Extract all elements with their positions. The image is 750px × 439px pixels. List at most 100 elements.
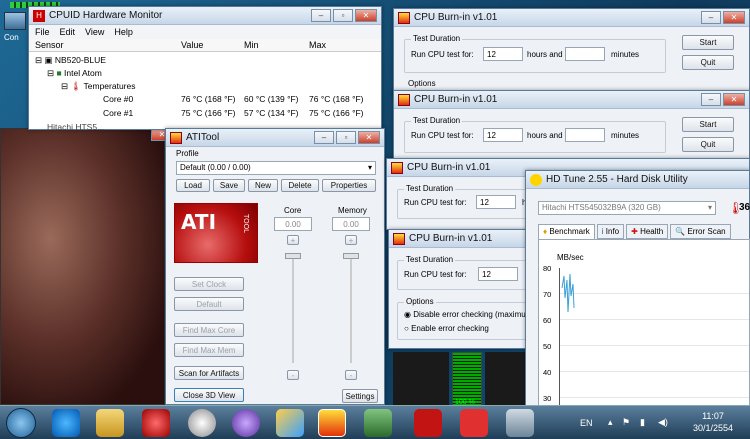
- tree-cpu[interactable]: ⊟ ■ Intel Atom: [47, 68, 102, 79]
- test-duration-group: Test Duration Run CPU test for: 12 hours…: [404, 116, 666, 153]
- tab-health[interactable]: ✚ Health: [626, 224, 669, 239]
- radio-disable-error[interactable]: ◉ Disable error checking (maximum: [404, 310, 526, 319]
- close-icon[interactable]: ✕: [723, 11, 745, 24]
- ytick: 60: [543, 316, 552, 325]
- clock-app-icon[interactable]: [188, 409, 216, 437]
- drive-select[interactable]: Hitachi HTS545032B9A (320 GB) ▾: [538, 201, 716, 215]
- minutes-input[interactable]: [565, 128, 605, 142]
- core-slider-thumb[interactable]: [285, 253, 301, 259]
- hours-input[interactable]: 12: [483, 47, 523, 61]
- default-button[interactable]: Default: [174, 297, 244, 311]
- delete-button[interactable]: Delete: [281, 179, 319, 192]
- language-indicator[interactable]: EN: [580, 418, 593, 428]
- close-3d-button[interactable]: Close 3D View: [174, 388, 244, 402]
- start-button[interactable]: Start: [682, 117, 734, 132]
- maximize-icon[interactable]: ▫: [333, 9, 353, 22]
- settings-button[interactable]: Settings: [342, 389, 378, 403]
- hours-input[interactable]: 12: [478, 267, 518, 281]
- tab-benchmark[interactable]: ♦ Benchmark: [538, 224, 595, 239]
- maximize-icon[interactable]: ▫: [336, 131, 356, 144]
- expand-icon[interactable]: ⊟: [61, 81, 68, 91]
- flag-icon[interactable]: ⚑: [622, 417, 630, 428]
- tree-temps[interactable]: ⊟ 🌡 Temperatures: [61, 81, 135, 92]
- media-icon[interactable]: [232, 409, 260, 437]
- radio-enable-error[interactable]: ○ Enable error checking: [404, 324, 489, 333]
- cpuid-header-row: Sensor Value Min Max: [29, 39, 381, 52]
- minimize-icon[interactable]: –: [311, 9, 331, 22]
- profile-select[interactable]: Default (0.00 / 0.00) ▾: [176, 161, 376, 175]
- cpuid-window: H CPUID Hardware Monitor – ▫ ✕ File Edit V…: [28, 6, 382, 132]
- core-plus-button[interactable]: +: [287, 235, 299, 245]
- ati-task-icon[interactable]: [414, 409, 442, 437]
- tab-info[interactable]: i Info: [596, 224, 625, 239]
- clock-time: 11:07: [702, 411, 724, 421]
- lightning-task-icon[interactable]: [460, 409, 488, 437]
- memory-slider-track[interactable]: [350, 253, 352, 363]
- group-label: Test Duration: [404, 255, 456, 264]
- radio-label: Disable error checking (maximum: [413, 310, 526, 319]
- tree-disk[interactable]: Hitachi HTS5...: [47, 122, 104, 132]
- scan-artifacts-button[interactable]: Scan for Artifacts: [174, 366, 244, 380]
- start-button[interactable]: [6, 408, 36, 438]
- find-max-core-button[interactable]: Find Max Core: [174, 323, 244, 337]
- memory-minus-button[interactable]: -: [345, 370, 357, 380]
- close-icon[interactable]: ✕: [355, 9, 377, 22]
- desktop-icon[interactable]: Con: [4, 4, 28, 42]
- burnin-title: CPU Burn-in v1.01: [409, 233, 493, 244]
- burnin-task-icon[interactable]: [318, 409, 346, 437]
- core-value[interactable]: 0.00: [274, 217, 312, 231]
- computer-icon: [4, 12, 26, 30]
- paint-icon[interactable]: [276, 409, 304, 437]
- quit-button[interactable]: Quit: [682, 55, 734, 70]
- memory-plus-button[interactable]: +: [345, 235, 357, 245]
- start-button[interactable]: Start: [682, 35, 734, 50]
- network-task-icon[interactable]: [506, 409, 534, 437]
- close-icon[interactable]: ✕: [723, 93, 745, 106]
- tab-error-scan[interactable]: 🔍 Error Scan: [670, 224, 731, 239]
- minimize-icon[interactable]: –: [701, 93, 721, 106]
- clock[interactable]: 11:07 30/1/2554: [682, 410, 744, 434]
- col-sensor[interactable]: Sensor: [35, 40, 64, 50]
- minimize-icon[interactable]: –: [314, 131, 334, 144]
- expand-icon[interactable]: ⊟: [35, 55, 42, 65]
- tray-arrow-icon[interactable]: ▴: [608, 417, 613, 428]
- load-button[interactable]: Load: [176, 179, 210, 192]
- col-min[interactable]: Min: [244, 40, 259, 50]
- new-button[interactable]: New: [248, 179, 278, 192]
- minutes-input[interactable]: [565, 47, 605, 61]
- core-slider-track[interactable]: [292, 253, 294, 363]
- core-minus-button[interactable]: -: [287, 370, 299, 380]
- battery-icon[interactable]: ▮: [640, 417, 645, 428]
- explorer-icon[interactable]: [96, 409, 124, 437]
- test-duration-group: Test Duration Run CPU test for: 12 h: [397, 184, 537, 219]
- pin-icon[interactable]: [142, 409, 170, 437]
- set-clock-button[interactable]: Set Clock: [174, 277, 244, 291]
- properties-button[interactable]: Properties: [322, 179, 376, 192]
- burnin-app-icon: [393, 232, 405, 245]
- quit-button[interactable]: Quit: [682, 137, 734, 152]
- memory-slider-thumb[interactable]: [343, 253, 359, 259]
- minutes-label: minutes: [611, 50, 640, 59]
- ie-icon[interactable]: [52, 409, 80, 437]
- memory-value[interactable]: 0.00: [332, 217, 370, 231]
- find-max-mem-button[interactable]: Find Max Mem: [174, 343, 244, 357]
- sensor-min: 60 °C (139 °F): [244, 94, 299, 104]
- cpuz-task-icon[interactable]: [364, 409, 392, 437]
- col-max[interactable]: Max: [309, 40, 326, 50]
- close-icon[interactable]: ✕: [358, 131, 380, 144]
- tree-computer[interactable]: ⊟ ▣ NB520-BLUE: [35, 55, 106, 66]
- save-button[interactable]: Save: [213, 179, 245, 192]
- hours-input[interactable]: 12: [476, 195, 516, 209]
- hours-input[interactable]: 12: [483, 128, 523, 142]
- burnin-window-1: CPU Burn-in v1.01 – ✕ Test Duration Run C…: [393, 8, 750, 96]
- expand-icon[interactable]: ⊟: [47, 68, 54, 78]
- menu-edit[interactable]: Edit: [60, 25, 76, 39]
- profile-label: Profile: [176, 149, 199, 158]
- menu-file[interactable]: File: [35, 25, 50, 39]
- menu-view[interactable]: View: [85, 25, 104, 39]
- tab-label: Benchmark: [549, 227, 590, 236]
- col-value[interactable]: Value: [181, 40, 203, 50]
- volume-icon[interactable]: ◀): [658, 417, 668, 428]
- menu-help[interactable]: Help: [114, 25, 133, 39]
- minimize-icon[interactable]: –: [701, 11, 721, 24]
